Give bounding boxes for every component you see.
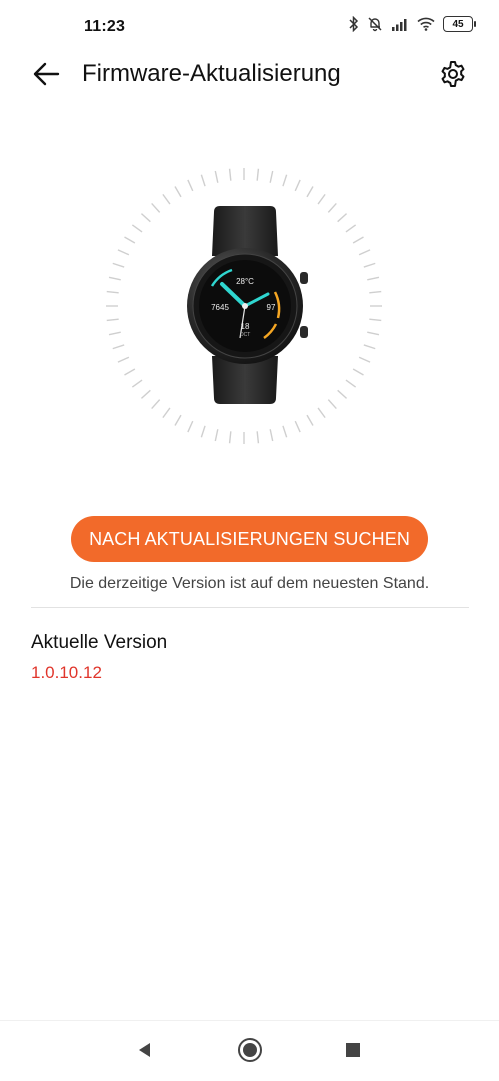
dial-tick [269, 429, 274, 442]
dial-tick [131, 379, 143, 388]
dial-tick [140, 389, 151, 399]
dial-tick [363, 344, 376, 350]
watch-illustration: 28°C 7645 97 18 OCT [106, 168, 382, 444]
dial-tick [256, 168, 260, 181]
dial-tick [367, 331, 380, 336]
dial-tick [112, 262, 125, 268]
arrow-left-icon [31, 59, 61, 94]
current-version-value: 1.0.10.12 [31, 663, 102, 682]
status-time: 11:23 [84, 18, 126, 35]
dial-tick [151, 399, 161, 410]
dial-tick [337, 213, 348, 223]
nav-home-button[interactable] [236, 1037, 264, 1068]
dial-tick [174, 414, 182, 426]
gear-icon [438, 59, 468, 94]
check-updates-button[interactable]: NACH AKTUALISIERUNGEN SUCHEN [71, 516, 428, 562]
page-title: Firmware-Aktualisierung [82, 60, 341, 87]
dial-tick [200, 425, 206, 438]
dial-tick [151, 202, 161, 213]
dial-tick [256, 431, 260, 444]
navigation-bar [0, 1020, 499, 1081]
dial-tick [367, 276, 380, 281]
dial-tick [358, 249, 371, 256]
home-circle-icon [237, 1037, 263, 1068]
dial-tick [228, 168, 232, 181]
wifi-icon [417, 17, 435, 31]
dial-tick [187, 179, 194, 192]
status-icons: 45 [349, 16, 476, 32]
dial-tick [174, 186, 182, 198]
back-triangle-icon [136, 1041, 154, 1064]
dial-tick [345, 224, 357, 233]
dial-tick [162, 193, 171, 205]
battery-indicator: 45 [443, 16, 476, 32]
dial-tick [112, 344, 125, 350]
dial-tick [369, 290, 382, 294]
signal-icon [391, 17, 409, 31]
dial-tick [228, 431, 232, 444]
watch-dial-area: 28°C 7645 97 18 OCT [104, 166, 384, 446]
dial-tick [369, 318, 382, 322]
dial-tick [345, 379, 357, 388]
dial-tick [306, 414, 314, 426]
watch-crown-bottom [300, 326, 308, 338]
app-bar: Firmware-Aktualisierung [0, 48, 499, 104]
bluetooth-icon [349, 16, 359, 32]
dial-tick [124, 368, 136, 376]
status-bar: 11:23 45 [0, 0, 499, 48]
back-button[interactable] [26, 56, 66, 96]
watch-temp-text: 28°C [236, 277, 254, 286]
dial-tick [124, 236, 136, 244]
dial-tick [317, 193, 326, 205]
nav-back-button[interactable] [131, 1038, 159, 1066]
dial-tick [306, 186, 314, 198]
current-version-label: Aktuelle Version [31, 632, 168, 653]
dial-tick [117, 249, 130, 256]
watch-heart-text: 97 [267, 303, 276, 312]
dial-tick [214, 170, 219, 183]
dial-tick [108, 331, 121, 336]
dial-tick [131, 224, 143, 233]
watch-date-label: OCT [240, 332, 251, 338]
settings-button[interactable] [433, 56, 473, 96]
muted-bell-icon [367, 16, 383, 32]
dial-tick [269, 170, 274, 183]
dial-tick [352, 368, 364, 376]
nav-recents-button[interactable] [339, 1038, 367, 1066]
dial-tick [106, 318, 119, 322]
update-status-message: Die derzeitige Version ist auf dem neues… [69, 575, 430, 592]
dial-tick [358, 356, 371, 363]
dial-tick [327, 399, 337, 410]
dial-tick [200, 174, 206, 187]
recents-square-icon [345, 1042, 361, 1063]
dial-tick [317, 407, 326, 419]
dial-tick [187, 420, 194, 433]
dial-tick [363, 262, 376, 268]
watch-date-num: 18 [241, 322, 250, 331]
dial-tick [327, 202, 337, 213]
watch-crown-top [300, 272, 308, 284]
dial-tick [162, 407, 171, 419]
dial-tick [214, 429, 219, 442]
dial-tick [108, 276, 121, 281]
dial-tick [106, 290, 119, 294]
divider [31, 607, 469, 608]
dial-tick [294, 179, 301, 192]
dial-tick [337, 389, 348, 399]
dial-tick [352, 236, 364, 244]
dial-tick [282, 425, 288, 438]
dial-tick [140, 213, 151, 223]
dial-tick [282, 174, 288, 187]
dial-tick [117, 356, 130, 363]
watch-steps-text: 7645 [211, 303, 229, 312]
dial-tick [294, 420, 301, 433]
